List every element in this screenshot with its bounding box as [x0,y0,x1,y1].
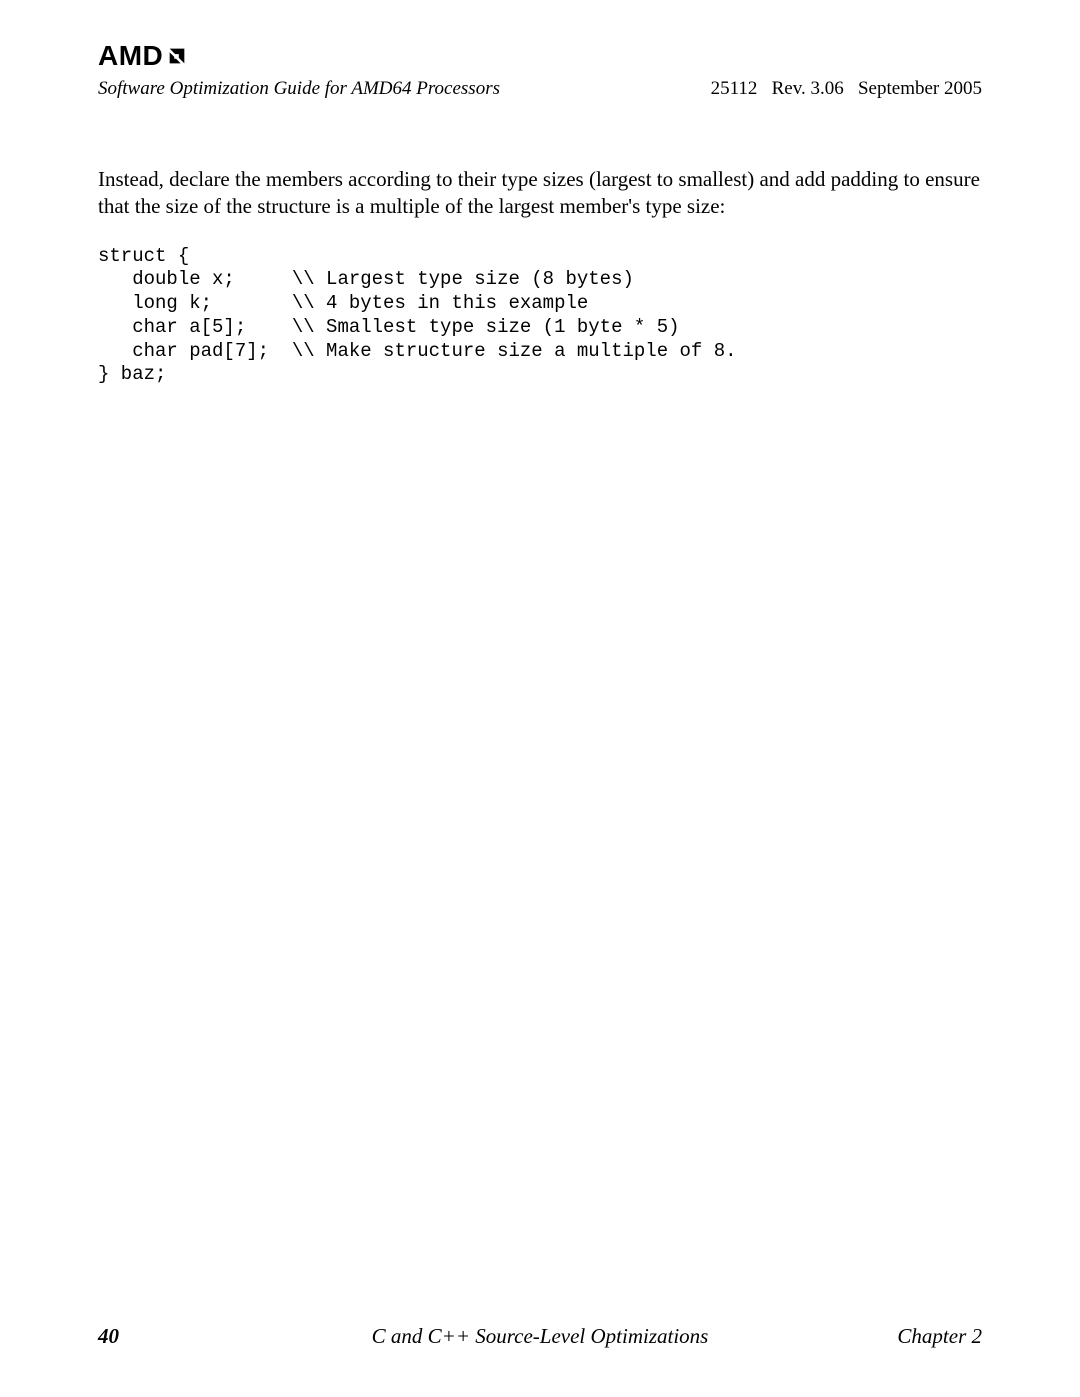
page-number: 40 [98,1324,119,1349]
body-paragraph: Instead, declare the members according t… [98,166,982,221]
document-title: Software Optimization Guide for AMD64 Pr… [98,78,500,100]
footer: 40 C and C++ Source-Level Optimizations … [98,1324,982,1349]
footer-chapter: Chapter 2 [897,1324,982,1349]
page: AMD Software Optimization Guide for AMD6… [0,0,1080,1397]
code-block: struct { double x; \\ Largest type size … [98,245,982,388]
footer-center-title: C and C++ Source-Level Optimizations [372,1324,709,1349]
amd-logo: AMD [98,40,189,72]
header-meta-row: Software Optimization Guide for AMD64 Pr… [98,78,982,100]
amd-logo-text: AMD [98,40,163,72]
document-meta: 25112 Rev. 3.06 September 2005 [711,78,982,100]
amd-arrow-icon [165,45,189,67]
header-logo-row: AMD [98,40,982,72]
